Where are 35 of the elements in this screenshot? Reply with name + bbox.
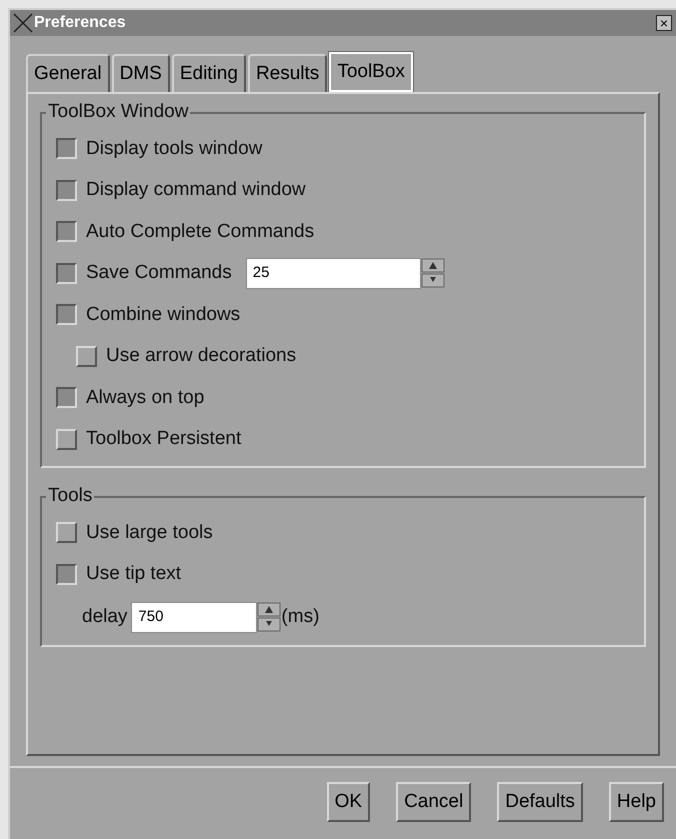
checkbox-label: Use tip text xyxy=(86,562,182,586)
tab[interactable]: DMS xyxy=(112,54,170,92)
close-button[interactable]: × xyxy=(656,15,672,31)
checkbox[interactable] xyxy=(56,304,77,326)
checkbox[interactable] xyxy=(56,387,77,408)
spinner-arrows[interactable] xyxy=(257,602,282,632)
checkbox-label: Toolbox Persistent xyxy=(86,427,242,451)
dialog-button[interactable]: Help xyxy=(608,782,664,822)
checkbox-label: Display tools window xyxy=(86,136,262,160)
checkbox[interactable] xyxy=(56,138,77,160)
window-icon xyxy=(12,12,34,34)
checkbox[interactable] xyxy=(56,221,77,242)
checkbox-label: Use arrow decorations xyxy=(106,344,296,368)
checkbox-label: Save Commands xyxy=(86,261,232,285)
tab[interactable]: General xyxy=(26,54,110,92)
checkbox[interactable] xyxy=(56,180,77,201)
dialog-button[interactable]: Defaults xyxy=(497,782,583,822)
checkbox[interactable] xyxy=(56,564,77,585)
tab[interactable]: ToolBox xyxy=(329,52,413,92)
checkbox-label: Always on top xyxy=(86,386,204,410)
number-field[interactable]: 750 xyxy=(131,602,258,632)
delay-label: delay xyxy=(82,604,128,629)
number-field[interactable]: 25 xyxy=(246,258,421,289)
unit-label: (ms) xyxy=(281,604,320,629)
spinner-arrows[interactable] xyxy=(420,258,445,288)
checkbox[interactable] xyxy=(56,262,77,284)
checkbox-label: Combine windows xyxy=(86,302,240,326)
checkbox-label: Use large tools xyxy=(86,520,213,544)
dialog-button[interactable]: Cancel xyxy=(396,782,472,822)
tab[interactable]: Results xyxy=(248,54,328,92)
checkbox-label: Auto Complete Commands xyxy=(86,220,314,244)
dialog-button[interactable]: OK xyxy=(326,782,370,822)
window-title: Preferences xyxy=(34,13,126,33)
checkbox-label: Display command window xyxy=(86,178,306,202)
tab[interactable]: Editing xyxy=(172,54,246,92)
